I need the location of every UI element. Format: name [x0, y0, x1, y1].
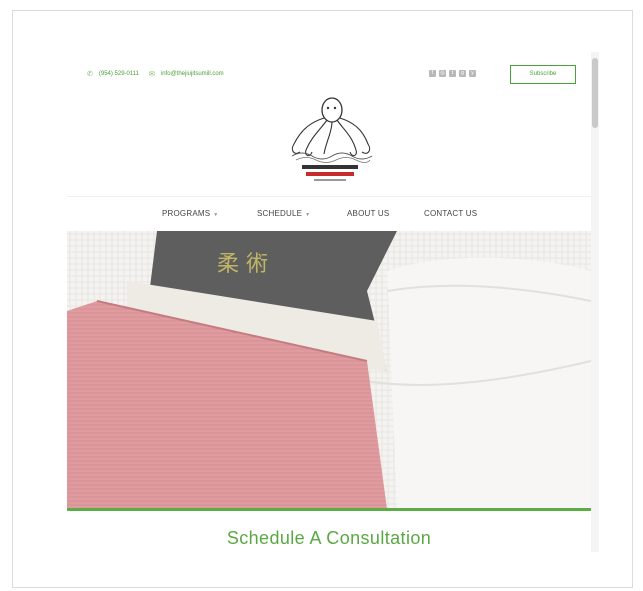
- website-viewport: ✆ (954) 529-0111 ✉ info@thejiujitsumill.…: [67, 52, 591, 552]
- schedule-consultation-heading[interactable]: Schedule A Consultation: [67, 528, 591, 549]
- cta-divider: [67, 508, 591, 511]
- twitter-icon[interactable]: t: [449, 70, 456, 77]
- scrollbar-thumb[interactable]: [592, 58, 598, 128]
- chevron-down-icon: ▼: [305, 212, 311, 218]
- site-logo[interactable]: [272, 92, 384, 188]
- nav-contact-us[interactable]: CONTACT US: [424, 209, 477, 218]
- nav-about-us[interactable]: ABOUT US: [347, 209, 389, 218]
- nav-programs[interactable]: PROGRAMS ▼: [162, 209, 218, 218]
- phone-icon: ✆: [87, 71, 93, 78]
- nav-label: PROGRAMS: [162, 209, 211, 218]
- nav-label: ABOUT US: [347, 209, 390, 218]
- subscribe-button[interactable]: Subscribe: [510, 65, 576, 84]
- nav-label: SCHEDULE: [257, 209, 303, 218]
- octopus-logo-icon: [291, 97, 373, 181]
- gi-belt-image: 柔 術: [67, 231, 591, 509]
- chevron-down-icon: ▼: [213, 212, 219, 218]
- social-links: f ◎ t g y: [429, 70, 476, 77]
- instagram-icon[interactable]: ◎: [439, 70, 446, 77]
- yelp-icon[interactable]: y: [469, 70, 476, 77]
- scrollbar[interactable]: [591, 52, 599, 552]
- contact-info: ✆ (954) 529-0111 ✉ info@thejiujitsumill.…: [87, 70, 224, 78]
- email-link[interactable]: info@thejiujitsumill.com: [161, 71, 224, 77]
- hero-image: 柔 術: [67, 231, 591, 509]
- facebook-icon[interactable]: f: [429, 70, 436, 77]
- phone-link[interactable]: (954) 529-0111: [99, 71, 139, 77]
- nav-label: CONTACT US: [424, 209, 478, 218]
- google-plus-icon[interactable]: g: [459, 70, 466, 77]
- nav-schedule[interactable]: SCHEDULE ▼: [257, 209, 310, 218]
- email-icon: ✉: [149, 71, 155, 78]
- main-nav: PROGRAMS ▼ SCHEDULE ▼ ABOUT US CONTACT US: [67, 196, 591, 232]
